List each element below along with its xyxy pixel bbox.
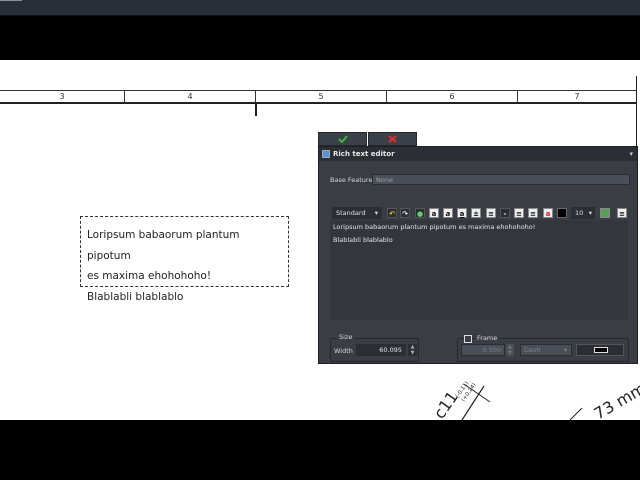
rich-text-editor-panel: Rich text editor ▾ Base Feature None Sta… xyxy=(318,132,638,364)
canvas-text-line-1: Loripsum babaorum plantum pipotum xyxy=(87,229,240,262)
ruler-cell-3: 3 xyxy=(0,91,124,103)
width-stepper[interactable]: ▲ ▼ xyxy=(408,344,417,356)
width-label: Width xyxy=(334,347,353,355)
ruler-label: 6 xyxy=(449,92,455,101)
frame-style-value: Dash xyxy=(524,346,541,354)
ruler-label: 4 xyxy=(187,92,193,101)
editor-line-1: Loripsum babaorum plantum pipotum es max… xyxy=(333,223,536,231)
app-top-bar xyxy=(0,0,640,16)
italic-icon[interactable]: a xyxy=(443,208,453,218)
ruler-cell-4: 4 xyxy=(124,91,255,103)
ruler: 3 4 5 6 7 xyxy=(0,90,636,104)
frame-checkbox[interactable] xyxy=(464,335,472,343)
width-input[interactable]: 60.095 xyxy=(356,344,406,356)
chevron-down-icon: ▾ xyxy=(563,346,567,354)
frame-stepper[interactable]: ▲ ▼ xyxy=(506,344,514,356)
ruler-cell-6: 6 xyxy=(386,91,517,103)
canvas-text-line-3: Blablabli blablablo xyxy=(87,290,184,303)
dimension-annotations: c11 (-0.11) (+0.24) 73 mm xyxy=(430,379,640,420)
dimension-73mm: 73 mm xyxy=(591,379,640,420)
action-bar xyxy=(318,132,418,146)
ruler-tick xyxy=(255,103,257,116)
check-icon xyxy=(337,135,348,143)
ruler-label: 3 xyxy=(59,92,65,101)
text-toolbar: Standard ▾ ↶ ↷ ● a a a ± ≡ - ≡ ≡ a 10 ▾ ≡ xyxy=(330,207,630,221)
editor-line-2: Blablabli blablablo xyxy=(333,236,393,244)
frame-color-button[interactable] xyxy=(576,344,624,356)
size-group: Size Width 60.095 ▲ ▼ xyxy=(330,333,419,362)
top-bar-stub xyxy=(0,0,22,1)
background-color-icon[interactable] xyxy=(600,208,610,218)
frame-style-select[interactable]: Dash ▾ xyxy=(520,344,572,356)
top-bar-divider xyxy=(0,15,640,16)
ok-button[interactable] xyxy=(318,132,367,146)
ruler-cell-5: 5 xyxy=(255,91,386,103)
chevron-down-icon: ▾ xyxy=(588,209,592,217)
style-select-value: Standard xyxy=(336,209,366,217)
chevron-down-icon[interactable]: ▾ xyxy=(629,148,633,160)
frame-label: Frame xyxy=(475,334,500,342)
superscript-icon[interactable]: ± xyxy=(471,208,481,218)
panel-body: Rich text editor ▾ Base Feature None Sta… xyxy=(318,146,638,364)
frame-color-swatch xyxy=(594,347,608,353)
ruler-cell-7: 7 xyxy=(517,91,636,103)
bold-icon[interactable]: a xyxy=(429,208,439,218)
list-icon[interactable]: ≡ xyxy=(486,208,496,218)
font-size-select[interactable]: 10 ▾ xyxy=(571,207,595,219)
rich-text-area[interactable]: Loripsum babaorum plantum pipotum es max… xyxy=(330,220,628,320)
underline-icon[interactable]: a xyxy=(457,208,467,218)
text-color-icon[interactable]: a xyxy=(543,208,553,218)
canvas-text-line-2: es maxima ehohohoho! xyxy=(87,270,212,282)
ruler-label: 7 xyxy=(574,92,580,101)
insert-symbol-icon[interactable]: ● xyxy=(415,208,425,218)
base-feature-label: Base Feature xyxy=(330,176,373,184)
frame-group: Frame 0.500 ▲ ▼ Dash ▾ xyxy=(457,334,629,362)
separator-icon: - xyxy=(500,208,510,218)
checkbox-icon xyxy=(322,150,330,158)
cancel-button[interactable] xyxy=(368,132,417,146)
chevron-down-icon: ▾ xyxy=(374,209,378,217)
frame-width-input[interactable]: 0.500 xyxy=(461,344,505,356)
undo-icon[interactable]: ↶ xyxy=(387,208,397,218)
menu-icon[interactable]: ≡ xyxy=(617,208,627,218)
font-size-value: 10 xyxy=(575,209,584,217)
align-left-icon[interactable]: ≡ xyxy=(514,208,524,218)
x-icon xyxy=(388,135,397,143)
canvas-text-box[interactable]: Loripsum babaorum plantum pipotum es max… xyxy=(80,216,289,303)
dimension-line-2 xyxy=(569,407,583,420)
ruler-label: 5 xyxy=(318,92,324,101)
size-group-label: Size xyxy=(337,333,355,341)
style-select[interactable]: Standard ▾ xyxy=(332,207,382,219)
base-feature-field[interactable]: None xyxy=(372,174,630,185)
panel-title: Rich text editor xyxy=(333,150,395,158)
color-swatch[interactable] xyxy=(557,208,567,218)
panel-header[interactable]: Rich text editor ▾ xyxy=(319,147,637,161)
redo-icon[interactable]: ↷ xyxy=(400,208,410,218)
align-right-icon[interactable]: ≡ xyxy=(528,208,538,218)
